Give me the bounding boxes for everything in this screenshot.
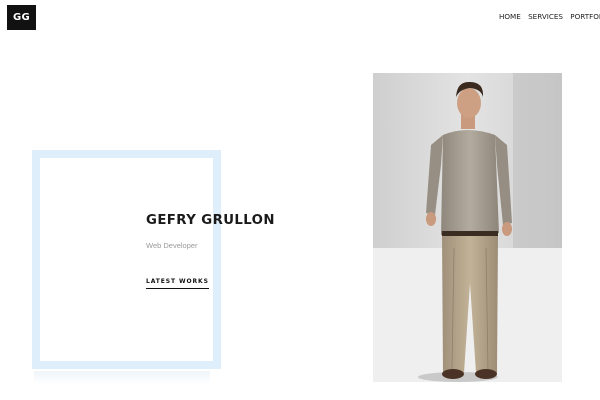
logo[interactable]: GG bbox=[7, 5, 36, 30]
portrait-image bbox=[373, 73, 562, 382]
hero-role: Web Developer bbox=[146, 241, 198, 250]
page: GG HOME SERVICES PORTFOLIO B GEFRY GRULL… bbox=[0, 0, 600, 400]
frame-shadow bbox=[34, 371, 210, 385]
hero-photo bbox=[373, 73, 562, 382]
hero-name: GEFRY GRULLON bbox=[146, 213, 275, 228]
nav-portfolio[interactable]: PORTFOLIO bbox=[570, 12, 600, 21]
decorative-frame bbox=[32, 150, 221, 369]
nav-home[interactable]: HOME bbox=[499, 12, 521, 21]
main-nav: HOME SERVICES PORTFOLIO B bbox=[499, 12, 600, 21]
latest-works-link[interactable]: LATEST WORKS bbox=[146, 278, 209, 289]
nav-services[interactable]: SERVICES bbox=[528, 12, 563, 21]
